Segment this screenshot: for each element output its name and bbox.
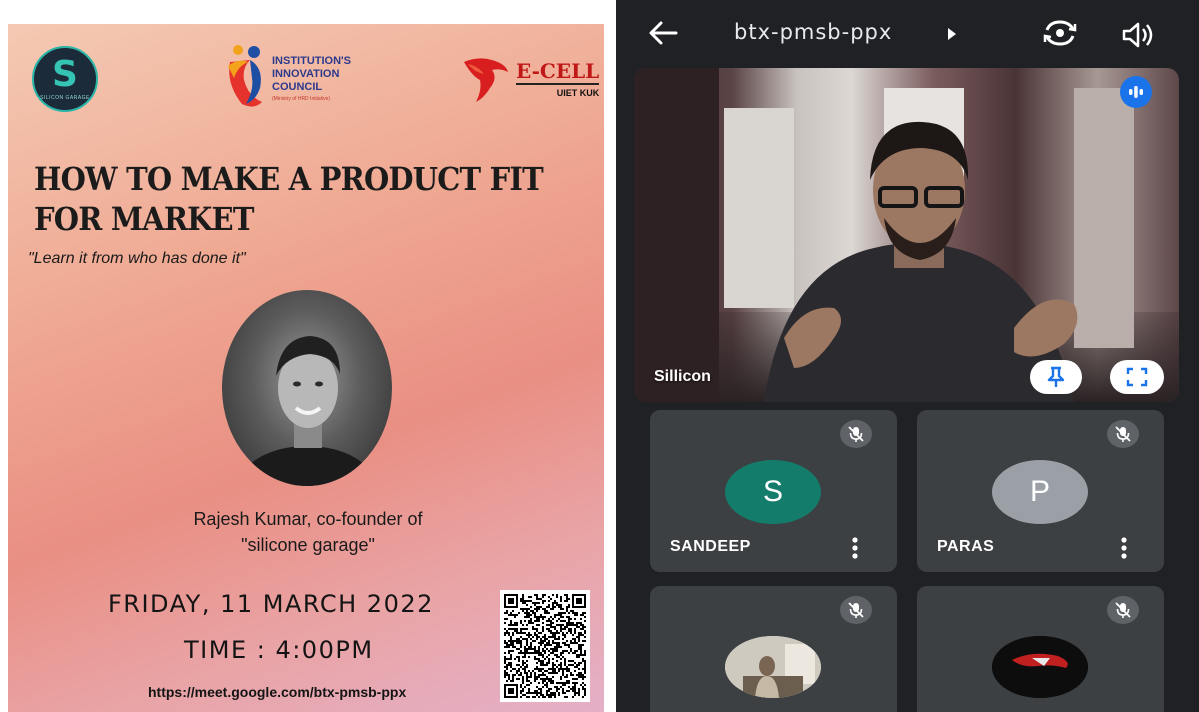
participant-photo <box>725 636 821 698</box>
caret-right-icon[interactable] <box>947 27 957 41</box>
participant-initial: P <box>1029 475 1050 508</box>
participant-avatar: P <box>992 460 1088 524</box>
speaker-caption: Rajesh Kumar, co-founder of "silicone ga… <box>118 506 498 558</box>
event-poster: S SILICON GARAGE INSTITUTION'S INNOVATIO… <box>8 24 604 712</box>
participant-tile[interactable]: P PARAS <box>917 410 1164 572</box>
participant-photo <box>992 636 1088 698</box>
iic-line-3: COUNCIL <box>272 80 323 93</box>
fullscreen-icon <box>1126 367 1148 387</box>
main-tile-participant-name: Sillicon <box>654 368 711 385</box>
qr-code-pattern <box>504 594 586 698</box>
mic-off-glyph <box>1115 426 1131 442</box>
meeting-code[interactable]: btx-pmsb-ppx <box>734 20 892 44</box>
meet-call-screen: btx-pmsb-ppx Sillicon S SANDEEP P PARAS <box>616 0 1199 712</box>
event-time: TIME : 4:00PM <box>184 636 374 664</box>
participant-tile[interactable] <box>917 586 1164 712</box>
main-video-tile[interactable]: Sillicon <box>634 68 1179 402</box>
speaker-volume-icon[interactable] <box>1120 20 1154 50</box>
mic-off-icon <box>840 420 872 448</box>
more-vert-icon[interactable] <box>1119 535 1129 561</box>
mic-off-icon <box>1107 596 1139 624</box>
event-date: FRIDAY, 11 MARCH 2022 <box>108 590 434 618</box>
participant-name: PARAS <box>937 538 995 555</box>
pin-button[interactable] <box>1030 360 1082 394</box>
ecell-logo: E-CELL UIET KUK <box>462 54 600 104</box>
audio-level-icon <box>1129 86 1143 98</box>
speaker-photo-portrait <box>239 336 375 486</box>
participant-name: SANDEEP <box>670 538 751 555</box>
iic-logo: INSTITUTION'S INNOVATION COUNCIL (Minist… <box>224 44 351 112</box>
mic-off-icon <box>840 596 872 624</box>
iic-line-2: INNOVATION <box>272 67 340 80</box>
iic-line-1: INSTITUTION'S <box>272 54 352 67</box>
participant-video-feed <box>634 68 1134 402</box>
mic-off-glyph <box>848 602 864 618</box>
meeting-link[interactable]: https://meet.google.com/btx-pmsb-ppx <box>148 684 406 700</box>
back-arrow-icon[interactable] <box>646 18 680 48</box>
participant-tile[interactable]: S SANDEEP <box>650 410 897 572</box>
iic-subtitle: (Ministry of HRD Initiative) <box>272 95 331 102</box>
participant-photo-avatar <box>992 636 1088 698</box>
speaker-caption-line-2: "silicone garage" <box>241 535 375 555</box>
mic-off-icon <box>1107 420 1139 448</box>
poster-tagline: "Learn it from who has done it" <box>28 250 246 267</box>
qr-code <box>500 590 590 702</box>
speaker-photo <box>222 290 392 486</box>
more-vert-icon[interactable] <box>850 535 860 561</box>
switch-camera-icon[interactable] <box>1042 18 1078 48</box>
participant-photo-avatar <box>725 636 821 698</box>
ecell-title: E-CELL <box>516 59 600 85</box>
mic-off-glyph <box>848 426 864 442</box>
participant-tile[interactable] <box>650 586 897 712</box>
pin-icon <box>1047 366 1065 387</box>
ecell-logo-text: E-CELL UIET KUK <box>516 59 600 98</box>
participant-initial: S <box>762 475 783 508</box>
silicon-garage-logo-mark: S <box>52 54 78 95</box>
iic-logo-text: INSTITUTION'S INNOVATION COUNCIL (Minist… <box>272 55 351 102</box>
call-top-bar: btx-pmsb-ppx <box>616 0 1199 66</box>
poster-title: HOW TO MAKE A PRODUCT FIT FOR MARKET <box>34 161 544 238</box>
speaking-indicator-icon <box>1120 76 1152 108</box>
fullscreen-button[interactable] <box>1110 360 1164 394</box>
participant-avatar: S <box>725 460 821 524</box>
mic-off-glyph <box>1115 602 1131 618</box>
ecell-subtitle: UIET KUK <box>556 88 600 98</box>
ecell-bird-icon <box>464 58 508 102</box>
speaker-caption-line-1: Rajesh Kumar, co-founder of <box>193 509 423 529</box>
silicon-garage-logo: S SILICON GARAGE <box>32 46 98 112</box>
iic-logo-mark <box>228 45 262 107</box>
silicon-garage-logo-caption: SILICON GARAGE <box>40 95 90 101</box>
